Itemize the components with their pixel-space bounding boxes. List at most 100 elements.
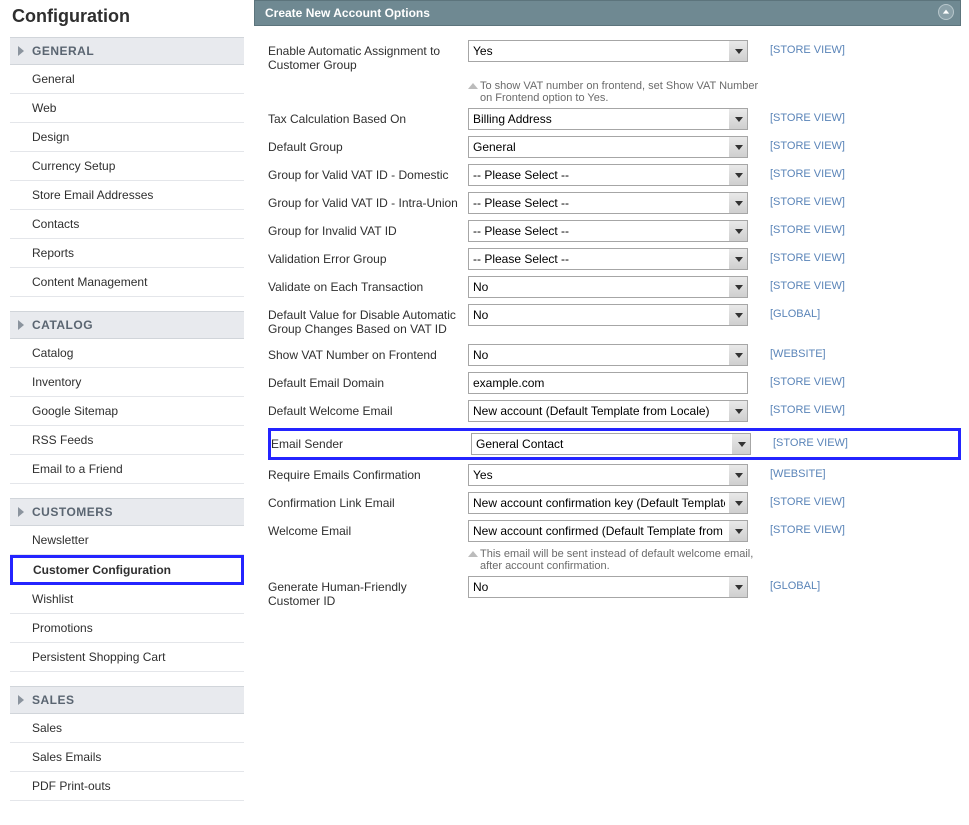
- nav-item-content-management[interactable]: Content Management: [10, 268, 244, 297]
- form-row-8: Default Value for Disable Automatic Grou…: [268, 304, 961, 340]
- scope-label: [STORE VIEW]: [764, 400, 874, 416]
- field-label: Email Sender: [271, 433, 471, 455]
- form-row-6: Validation Error Group-- Please Select -…: [268, 248, 961, 272]
- scope-label: [STORE VIEW]: [764, 192, 874, 208]
- form-row-2: Default GroupGeneral [STORE VIEW]: [268, 136, 961, 160]
- nav-item-sales[interactable]: Sales: [10, 714, 244, 743]
- field-label: Default Group: [268, 136, 468, 158]
- field-select[interactable]: No: [468, 576, 748, 598]
- field-select[interactable]: Yes: [468, 464, 748, 486]
- nav-item-newsletter[interactable]: Newsletter: [10, 526, 244, 555]
- form-row-16: Generate Human-Friendly Customer IDNo [GL…: [268, 576, 961, 612]
- field-select[interactable]: Billing Address: [468, 108, 748, 130]
- field-select[interactable]: New account confirmed (Default Template …: [468, 520, 748, 542]
- field-label: Confirmation Link Email: [268, 492, 468, 514]
- form-row-9: Show VAT Number on FrontendNo [WEBSITE]: [268, 344, 961, 368]
- field-label: Default Value for Disable Automatic Grou…: [268, 304, 468, 340]
- form-row-5: Group for Invalid VAT ID-- Please Select…: [268, 220, 961, 244]
- scope-label: [WEBSITE]: [764, 344, 874, 360]
- field-label: Default Email Domain: [268, 372, 468, 394]
- scope-label: [STORE VIEW]: [764, 164, 874, 180]
- field-label: Tax Calculation Based On: [268, 108, 468, 130]
- nav-item-inventory[interactable]: Inventory: [10, 368, 244, 397]
- nav-item-reports[interactable]: Reports: [10, 239, 244, 268]
- field-label: Show VAT Number on Frontend: [268, 344, 468, 366]
- field-label: Require Emails Confirmation: [268, 464, 468, 486]
- field-select[interactable]: New account confirmation key (Default Te…: [468, 492, 748, 514]
- nav-item-email-to-a-friend[interactable]: Email to a Friend: [10, 455, 244, 484]
- field-select[interactable]: No: [468, 344, 748, 366]
- form-row-7: Validate on Each TransactionNo[STORE VIE…: [268, 276, 961, 300]
- nav-item-customer-configuration[interactable]: Customer Configuration: [10, 555, 244, 585]
- panel-title: Create New Account Options: [265, 6, 430, 20]
- field-label: Group for Valid VAT ID - Domestic: [268, 164, 468, 186]
- field-label: Enable Automatic Assignment to Customer …: [268, 40, 468, 76]
- field-label: Default Welcome Email: [268, 400, 468, 422]
- nav-item-rss-feeds[interactable]: RSS Feeds: [10, 426, 244, 455]
- field-select[interactable]: No: [468, 276, 748, 298]
- field-select[interactable]: New account (Default Template from Local…: [468, 400, 748, 422]
- nav-item-catalog[interactable]: Catalog: [10, 339, 244, 368]
- nav-item-wishlist[interactable]: Wishlist: [10, 585, 244, 614]
- form-row-11: Default Welcome EmailNew account (Defaul…: [268, 400, 961, 424]
- help-row: This email will be sent instead of defau…: [268, 548, 961, 572]
- nav-item-persistent-shopping-cart[interactable]: Persistent Shopping Cart: [10, 643, 244, 672]
- collapse-icon[interactable]: [938, 4, 954, 20]
- scope-label: [STORE VIEW]: [767, 433, 877, 449]
- form-row-15: Welcome EmailNew account confirmed (Defa…: [268, 520, 961, 544]
- scope-label: [STORE VIEW]: [764, 520, 874, 536]
- nav-item-google-sitemap[interactable]: Google Sitemap: [10, 397, 244, 426]
- main-panel: Create New Account Options Enable Automa…: [254, 0, 969, 825]
- nav-section-general[interactable]: GENERAL: [10, 37, 244, 65]
- form-row-12: Email SenderGeneral Contact [STORE VIEW]: [268, 428, 961, 460]
- help-text: To show VAT number on frontend, set Show…: [468, 80, 764, 104]
- field-label: Group for Valid VAT ID - Intra-Union: [268, 192, 468, 214]
- scope-label: [GLOBAL]: [764, 576, 874, 592]
- form-row-3: Group for Valid VAT ID - Domestic-- Plea…: [268, 164, 961, 188]
- nav-item-contacts[interactable]: Contacts: [10, 210, 244, 239]
- scope-label: [STORE VIEW]: [764, 40, 874, 56]
- scope-label: [STORE VIEW]: [764, 492, 874, 508]
- nav-section-catalog[interactable]: CATALOG: [10, 311, 244, 339]
- field-label: Welcome Email: [268, 520, 468, 542]
- field-label: Group for Invalid VAT ID: [268, 220, 468, 242]
- field-select[interactable]: -- Please Select --: [468, 220, 748, 242]
- field-select[interactable]: -- Please Select --: [468, 164, 748, 186]
- panel-header[interactable]: Create New Account Options: [254, 0, 961, 26]
- page-title: Configuration: [10, 0, 244, 37]
- nav-item-design[interactable]: Design: [10, 123, 244, 152]
- form-row-13: Require Emails ConfirmationYes [WEBSITE]: [268, 464, 961, 488]
- field-input[interactable]: [468, 372, 748, 394]
- nav-item-pdf-print-outs[interactable]: PDF Print-outs: [10, 772, 244, 801]
- nav-item-sales-emails[interactable]: Sales Emails: [10, 743, 244, 772]
- scope-label: [GLOBAL]: [764, 304, 874, 320]
- field-select[interactable]: General: [468, 136, 748, 158]
- nav-section-customers[interactable]: CUSTOMERS: [10, 498, 244, 526]
- scope-label: [WEBSITE]: [764, 464, 874, 480]
- scope-label: [STORE VIEW]: [764, 108, 874, 124]
- config-sidebar: Configuration GENERALGeneralWebDesignCur…: [0, 0, 254, 825]
- field-select[interactable]: General Contact: [471, 433, 751, 455]
- form-body: Enable Automatic Assignment to Customer …: [254, 26, 961, 626]
- field-select[interactable]: -- Please Select --: [468, 248, 748, 270]
- nav-item-general[interactable]: General: [10, 65, 244, 94]
- field-select[interactable]: -- Please Select --: [468, 192, 748, 214]
- form-row-0: Enable Automatic Assignment to Customer …: [268, 40, 961, 76]
- nav-item-web[interactable]: Web: [10, 94, 244, 123]
- field-select[interactable]: Yes: [468, 40, 748, 62]
- nav-section-sales[interactable]: SALES: [10, 686, 244, 714]
- nav-item-store-email-addresses[interactable]: Store Email Addresses: [10, 181, 244, 210]
- nav-item-promotions[interactable]: Promotions: [10, 614, 244, 643]
- scope-label: [STORE VIEW]: [764, 248, 874, 264]
- scope-label: [STORE VIEW]: [764, 276, 874, 292]
- field-label: Generate Human-Friendly Customer ID: [268, 576, 468, 612]
- scope-label: [STORE VIEW]: [764, 136, 874, 152]
- scope-label: [STORE VIEW]: [764, 372, 874, 388]
- help-text: This email will be sent instead of defau…: [468, 548, 764, 572]
- sidebar-nav: GENERALGeneralWebDesignCurrency SetupSto…: [10, 37, 244, 815]
- form-row-10: Default Email Domain [STORE VIEW]: [268, 372, 961, 396]
- nav-item-currency-setup[interactable]: Currency Setup: [10, 152, 244, 181]
- form-row-14: Confirmation Link EmailNew account confi…: [268, 492, 961, 516]
- form-row-1: Tax Calculation Based OnBilling Address […: [268, 108, 961, 132]
- field-select[interactable]: No: [468, 304, 748, 326]
